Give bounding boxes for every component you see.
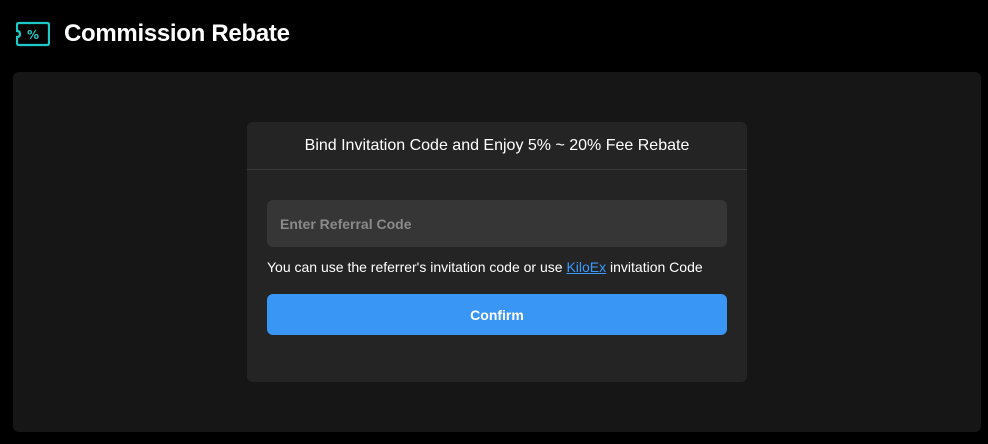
- card-body: You can use the referrer's invitation co…: [247, 170, 747, 335]
- kiloex-link[interactable]: KiloEx: [566, 259, 606, 275]
- page-title: Commission Rebate: [64, 20, 290, 47]
- page-header: % Commission Rebate: [16, 18, 290, 50]
- confirm-button[interactable]: Confirm: [267, 294, 727, 335]
- main-panel: Bind Invitation Code and Enjoy 5% ~ 20% …: [13, 72, 981, 432]
- percent-ticket-icon: %: [16, 20, 50, 48]
- rebate-card: Bind Invitation Code and Enjoy 5% ~ 20% …: [247, 122, 747, 382]
- card-title: Bind Invitation Code and Enjoy 5% ~ 20% …: [247, 122, 747, 170]
- referral-hint: You can use the referrer's invitation co…: [267, 259, 707, 276]
- referral-code-input[interactable]: [267, 200, 727, 247]
- hint-suffix: invitation Code: [606, 259, 703, 275]
- hint-prefix: You can use the referrer's invitation co…: [267, 259, 567, 275]
- percent-glyph: %: [27, 28, 39, 42]
